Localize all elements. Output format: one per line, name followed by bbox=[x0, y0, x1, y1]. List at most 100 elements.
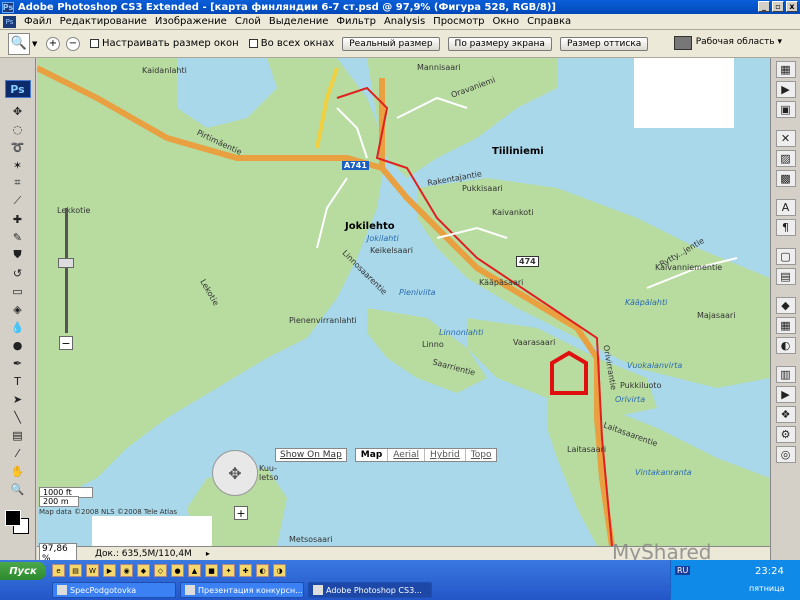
app-icon[interactable]: ▲ bbox=[188, 564, 201, 577]
line-tool-icon[interactable]: ╲ bbox=[6, 408, 30, 426]
paragraph-panel-icon[interactable]: ¶ bbox=[775, 219, 796, 236]
layer-comps-icon[interactable]: ▢ bbox=[775, 248, 796, 265]
zoom-tool-icon[interactable]: 🔍 bbox=[6, 480, 30, 498]
actual-pixels-button[interactable]: Реальный размер bbox=[342, 36, 440, 51]
menu-layer[interactable]: Слой bbox=[231, 16, 265, 27]
pen-tool-icon[interactable]: ✒ bbox=[6, 354, 30, 372]
print-size-button[interactable]: Размер оттиска bbox=[559, 36, 649, 51]
map-type-map[interactable]: Map bbox=[356, 449, 389, 461]
hand-tool-icon[interactable]: ✋ bbox=[6, 462, 30, 480]
history-brush-tool-icon[interactable]: ↺ bbox=[6, 264, 30, 282]
menu-edit[interactable]: Редактирование bbox=[56, 16, 151, 27]
crop-tool-icon[interactable]: ⌗ bbox=[6, 174, 30, 192]
menu-file[interactable]: Файл bbox=[20, 16, 56, 27]
workspace-menu[interactable]: Рабочая область ▾ bbox=[696, 37, 782, 47]
player-icon[interactable]: ▶ bbox=[103, 564, 116, 577]
notes-tool-icon[interactable]: ▤ bbox=[6, 426, 30, 444]
label-vintakanranta: Vintakanranta bbox=[635, 468, 692, 477]
move-tool-icon[interactable]: ✥ bbox=[6, 102, 30, 120]
menu-help[interactable]: Справка bbox=[523, 16, 575, 27]
marquee-tool-icon[interactable]: ◌ bbox=[6, 120, 30, 138]
layers-panel-icon[interactable]: ❖ bbox=[775, 406, 796, 423]
map-type-hybrid[interactable]: Hybrid bbox=[425, 449, 466, 461]
menu-window[interactable]: Окно bbox=[489, 16, 524, 27]
chrome-icon[interactable]: ◉ bbox=[120, 564, 133, 577]
map-zoom-in-button[interactable]: + bbox=[234, 506, 248, 520]
task-photoshop[interactable]: Adobe Photoshop CS3... bbox=[308, 582, 432, 598]
app-icon[interactable]: ■ bbox=[205, 564, 218, 577]
resize-windows-checkbox[interactable] bbox=[90, 39, 99, 48]
character-panel-icon[interactable]: A bbox=[775, 199, 796, 216]
clock-time[interactable]: 23:24 bbox=[755, 566, 784, 577]
minimize-button[interactable]: _ bbox=[758, 1, 770, 12]
map-type-topo[interactable]: Topo bbox=[466, 449, 497, 461]
clone-stamp-tool-icon[interactable]: ⛊ bbox=[6, 246, 30, 264]
dodge-tool-icon[interactable]: ● bbox=[6, 336, 30, 354]
all-windows-checkbox[interactable] bbox=[248, 39, 258, 48]
adjustments-icon[interactable]: ◐ bbox=[775, 337, 796, 354]
language-indicator[interactable]: RU bbox=[675, 566, 691, 575]
path-selection-tool-icon[interactable]: ➤ bbox=[6, 390, 30, 408]
photoshop-menu-icon[interactable]: Ps bbox=[3, 15, 16, 28]
task-specpodgotovka[interactable]: SpecPodgotovka bbox=[52, 582, 176, 598]
zoom-tool-preset-icon[interactable]: 🔍 bbox=[8, 32, 30, 55]
paths-panel-icon[interactable]: ◎ bbox=[775, 446, 796, 463]
word-icon[interactable]: W bbox=[86, 564, 99, 577]
eraser-tool-icon[interactable]: ▭ bbox=[6, 282, 30, 300]
channels-panel-icon[interactable]: ⚙ bbox=[775, 426, 796, 443]
app-icon[interactable]: ◆ bbox=[137, 564, 150, 577]
info-panel-icon[interactable]: ▣ bbox=[775, 101, 796, 118]
ie-icon[interactable]: e bbox=[52, 564, 65, 577]
color-panel-icon[interactable]: ◆ bbox=[775, 297, 796, 314]
healing-brush-tool-icon[interactable]: ✚ bbox=[6, 210, 30, 228]
menu-filter[interactable]: Фильтр bbox=[332, 16, 380, 27]
menu-view[interactable]: Просмотр bbox=[429, 16, 488, 27]
folder-icon[interactable]: ▤ bbox=[69, 564, 82, 577]
styles-panel-icon[interactable]: ▤ bbox=[775, 268, 796, 285]
app-icon[interactable]: ✦ bbox=[222, 564, 235, 577]
fit-screen-button[interactable]: По размеру экрана bbox=[447, 36, 552, 51]
histogram-panel-icon[interactable]: ▶ bbox=[775, 81, 796, 98]
chevron-down-icon[interactable]: ▼ bbox=[32, 40, 40, 48]
menu-image[interactable]: Изображение bbox=[151, 16, 231, 27]
show-on-map-link[interactable]: Show On Map bbox=[275, 448, 347, 462]
brushes-panel-icon[interactable]: ▨ bbox=[775, 150, 796, 167]
bridge-icon[interactable] bbox=[674, 36, 692, 50]
lasso-tool-icon[interactable]: ➰ bbox=[6, 138, 30, 156]
zoom-slider-handle[interactable] bbox=[58, 258, 74, 268]
close-button[interactable]: x bbox=[786, 1, 798, 12]
brush-tool-icon[interactable]: ✎ bbox=[6, 228, 30, 246]
map-zoom-out-button[interactable]: − bbox=[59, 336, 73, 350]
zoom-in-icon[interactable]: + bbox=[46, 36, 60, 51]
zoom-out-icon[interactable]: − bbox=[66, 36, 80, 51]
app-icon[interactable]: ● bbox=[171, 564, 184, 577]
zoom-slider-rail[interactable] bbox=[65, 208, 68, 333]
document-canvas[interactable]: Kaidanlahti Tiiliniemi Jokilehto Jokilah… bbox=[37, 58, 770, 546]
swatches-panel-icon[interactable]: ▦ bbox=[775, 317, 796, 334]
app-icon[interactable]: ◐ bbox=[256, 564, 269, 577]
tool-presets-icon[interactable]: ✕ bbox=[775, 130, 796, 147]
paint-bucket-tool-icon[interactable]: ◈ bbox=[6, 300, 30, 318]
clone-source-icon[interactable]: ▩ bbox=[775, 170, 796, 187]
magic-wand-tool-icon[interactable]: ✶ bbox=[6, 156, 30, 174]
map-pan-control[interactable]: ✥ bbox=[212, 450, 258, 496]
navigator-panel-icon[interactable]: ▦ bbox=[775, 61, 796, 78]
maximize-button[interactable]: ▫ bbox=[772, 1, 784, 12]
blur-tool-icon[interactable]: 💧 bbox=[6, 318, 30, 336]
start-button[interactable]: Пуск bbox=[0, 562, 46, 580]
app-icon[interactable]: ✚ bbox=[239, 564, 252, 577]
actions-panel-icon[interactable]: ▶ bbox=[775, 386, 796, 403]
menu-select[interactable]: Выделение bbox=[265, 16, 333, 27]
foreground-color-swatch[interactable] bbox=[5, 510, 21, 526]
window-titlebar[interactable]: Ps Adobe Photoshop CS3 Extended - [карта… bbox=[0, 0, 800, 14]
slice-tool-icon[interactable]: ⟋ bbox=[6, 192, 30, 210]
menu-analysis[interactable]: Analysis bbox=[380, 16, 429, 27]
status-menu-arrow-icon[interactable]: ▸ bbox=[206, 549, 210, 558]
type-tool-icon[interactable]: T bbox=[6, 372, 30, 390]
eyedropper-tool-icon[interactable]: ⁄ bbox=[6, 444, 30, 462]
app-icon[interactable]: ◑ bbox=[273, 564, 286, 577]
app-icon[interactable]: ◇ bbox=[154, 564, 167, 577]
task-presentation[interactable]: Презентация конкурсн... bbox=[180, 582, 304, 598]
map-type-aerial[interactable]: Aerial bbox=[388, 449, 426, 461]
history-panel-icon[interactable]: ▥ bbox=[775, 366, 796, 383]
